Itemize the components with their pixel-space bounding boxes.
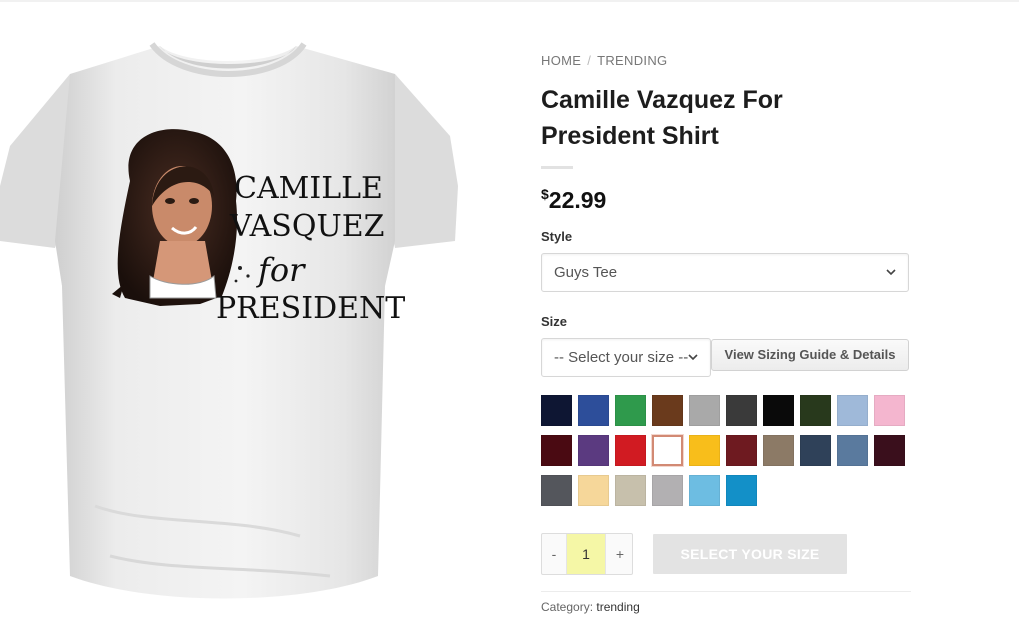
color-swatch[interactable]: [615, 395, 646, 426]
print-line-1: CAMILLE: [234, 171, 383, 206]
color-swatch[interactable]: [541, 475, 572, 506]
color-swatch[interactable]: [652, 395, 683, 426]
color-swatch[interactable]: [800, 435, 831, 466]
price-currency: $: [541, 186, 549, 202]
breadcrumb-home-link[interactable]: HOME: [541, 53, 581, 68]
quantity-input[interactable]: 1: [566, 534, 606, 574]
color-swatch[interactable]: [763, 395, 794, 426]
quantity-stepper: - 1 +: [541, 533, 633, 575]
swatch-row: [541, 435, 911, 475]
color-swatch[interactable]: [726, 475, 757, 506]
color-swatch[interactable]: [800, 395, 831, 426]
color-swatch[interactable]: [726, 435, 757, 466]
color-swatch[interactable]: [652, 435, 683, 466]
color-swatch[interactable]: [615, 475, 646, 506]
print-line-3: for: [256, 251, 306, 289]
color-swatch[interactable]: [726, 395, 757, 426]
size-select-value: -- Select your size --: [554, 349, 689, 366]
color-swatch[interactable]: [541, 395, 572, 426]
product-image[interactable]: CAMILLE VASQUEZ for PRESIDENT: [0, 36, 470, 620]
swatch-row: [541, 475, 911, 515]
product-meta: Category: trending: [541, 599, 911, 615]
color-swatch[interactable]: [541, 435, 572, 466]
color-swatch[interactable]: [874, 435, 905, 466]
price-amount: 22.99: [548, 187, 607, 213]
swatch-row: [541, 395, 911, 435]
size-row: -- Select your size -- View Sizing Guide…: [541, 338, 911, 378]
print-line-2: VASQUEZ: [229, 209, 384, 244]
style-label: Style: [541, 229, 573, 244]
style-select[interactable]: Guys Tee: [541, 253, 909, 292]
sizing-guide-button[interactable]: View Sizing Guide & Details: [711, 339, 909, 371]
color-swatch[interactable]: [837, 435, 868, 466]
color-swatch[interactable]: [615, 435, 646, 466]
quantity-plus-button[interactable]: +: [608, 534, 632, 574]
product-price: $22.99: [541, 183, 911, 217]
breadcrumb-separator: /: [587, 53, 592, 68]
select-size-button[interactable]: SELECT YOUR SIZE: [653, 534, 847, 574]
color-swatch[interactable]: [689, 475, 720, 506]
add-to-cart-row: - 1 + SELECT YOUR SIZE: [541, 533, 911, 577]
breadcrumb: HOME / TRENDING: [541, 50, 911, 72]
size-label: Size: [541, 314, 568, 329]
top-divider: [0, 0, 1019, 2]
chevron-down-icon: [886, 269, 896, 276]
category-label: Category:: [541, 600, 594, 614]
print-line-4: PRESIDENT: [216, 291, 405, 326]
color-swatch[interactable]: [689, 435, 720, 466]
chevron-down-icon: [688, 354, 698, 361]
color-swatch[interactable]: [874, 395, 905, 426]
color-swatch[interactable]: [652, 475, 683, 506]
quantity-minus-button[interactable]: -: [542, 534, 566, 574]
style-select-value: Guys Tee: [554, 264, 618, 281]
color-swatch[interactable]: [578, 395, 609, 426]
color-swatch[interactable]: [578, 475, 609, 506]
meta-divider: [541, 591, 911, 592]
size-select[interactable]: -- Select your size --: [541, 338, 711, 377]
category-link[interactable]: trending: [596, 600, 639, 614]
breadcrumb-current-link[interactable]: TRENDING: [597, 53, 667, 68]
product-summary: HOME / TRENDING Camille Vazquez For Presid…: [541, 50, 911, 615]
color-swatch[interactable]: [837, 395, 868, 426]
color-swatch[interactable]: [763, 435, 794, 466]
color-swatch[interactable]: [689, 395, 720, 426]
title-divider: [541, 166, 573, 169]
color-swatches: [541, 395, 911, 515]
color-swatch[interactable]: [578, 435, 609, 466]
tshirt-illustration: CAMILLE VASQUEZ for PRESIDENT: [0, 42, 458, 599]
right-sleeve: [385, 74, 458, 248]
product-title: Camille Vazquez For President Shirt: [541, 86, 783, 150]
